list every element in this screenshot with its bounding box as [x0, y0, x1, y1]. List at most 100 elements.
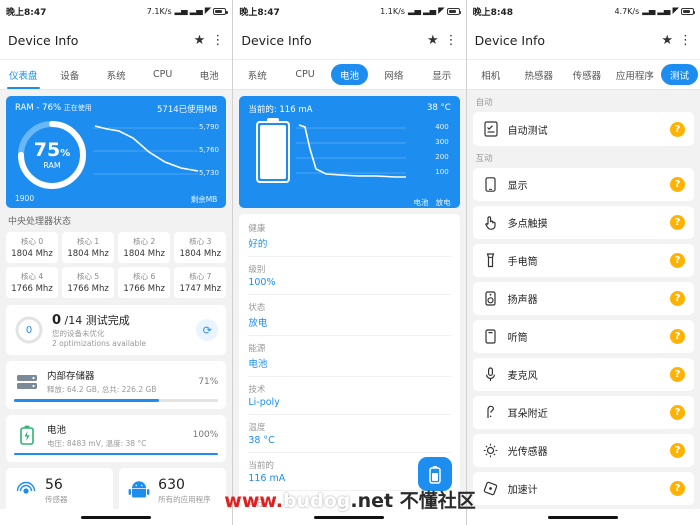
overflow-menu-icon[interactable]: ⋮	[445, 33, 458, 48]
ram-free-value: 1900	[15, 194, 35, 203]
tab-cpu[interactable]: CPU	[281, 60, 329, 89]
signal2-icon: ▂▄	[189, 5, 203, 16]
test-row-auto-test[interactable]: 自动测试 ?	[472, 112, 694, 146]
optimization-card[interactable]: 0 0 /14 测试完成 您的设备未优化 2 optimizations ava…	[6, 305, 227, 355]
tab-display[interactable]: 显示	[418, 60, 466, 89]
test-row-microphone[interactable]: 麦克风 ?	[472, 358, 694, 391]
optimization-ring: 0	[14, 315, 44, 345]
optimization-refresh-icon[interactable]: ⟳	[196, 319, 219, 341]
overflow-menu-icon[interactable]: ⋮	[679, 33, 692, 48]
tab-sensors[interactable]: 传感器	[563, 60, 611, 89]
help-badge-icon[interactable]: ?	[669, 481, 685, 496]
wifi-icon: ◤	[204, 5, 212, 16]
help-badge-icon[interactable]: ?	[669, 177, 685, 192]
cpu-core-3: 核心 3 1804 Mhz	[174, 232, 227, 263]
help-badge-icon[interactable]: ?	[669, 215, 685, 230]
tab-camera[interactable]: 相机	[467, 60, 515, 89]
tab-thermal[interactable]: 热感器	[515, 60, 563, 89]
detail-technology[interactable]: 技术 Li-poly	[248, 377, 451, 415]
tab-apps[interactable]: 应用程序	[611, 60, 659, 89]
status-icons: ▂▄ ▂▄ ◤	[407, 5, 462, 16]
status-bar: 晚上8:47 7.1K/s ▂▄ ▂▄ ◤	[0, 0, 233, 22]
core-name: 核心 0	[20, 237, 44, 246]
screen-dashboard: 晚上8:47 7.1K/s ▂▄ ▂▄ ◤ Device Info ★ ⋮ 仪表…	[0, 0, 234, 525]
core-freq: 1766 Mhz	[123, 284, 165, 294]
battery-progress	[14, 452, 219, 455]
battery-level-icon	[256, 121, 291, 183]
signal-icon: ▂▄	[174, 5, 188, 16]
screen-battery: 晚上8:47 1.1K/s ▂▄ ▂▄ ◤ Device Info ★ ⋮ 系统…	[233, 0, 467, 525]
test-label: 听筒	[507, 333, 528, 344]
help-badge-icon[interactable]: ?	[669, 253, 685, 268]
nav-bar[interactable]	[0, 509, 233, 525]
status-time: 晚上8:48	[472, 7, 514, 18]
test-row-multitouch[interactable]: 多点触摸 ?	[472, 206, 694, 239]
detail-key: 健康	[248, 224, 266, 234]
tab-dashboard[interactable]: 仪表盘	[0, 60, 46, 89]
apps-tile[interactable]: 630 所有的应用程序	[119, 468, 227, 514]
speaker-icon	[482, 291, 500, 306]
detail-health[interactable]: 健康 好的	[248, 216, 451, 257]
nav-bar[interactable]	[466, 509, 700, 525]
storage-icon	[14, 369, 40, 395]
app-title: Device Info	[241, 33, 312, 48]
test-row-proximity[interactable]: 耳朵附近 ?	[472, 396, 694, 429]
detail-temperature[interactable]: 温度 38 °C	[248, 415, 451, 453]
battery-card-row[interactable]: 电池 电压: 8483 mV, 温度: 38 °C 100%	[6, 414, 227, 462]
checklist-icon	[482, 121, 500, 137]
microphone-icon	[482, 367, 500, 382]
detail-level[interactable]: 级别 100%	[248, 257, 451, 295]
storage-sub: 释放: 64.2 GB, 总共: 226.2 GB	[47, 385, 157, 394]
test-row-accelerometer[interactable]: 加速计 ?	[472, 472, 694, 505]
test-row-flashlight[interactable]: 手电筒 ?	[472, 244, 694, 277]
sensors-tile[interactable]: 56 传感器	[6, 468, 114, 514]
optimization-sub1: 您的设备未优化	[52, 329, 105, 338]
tab-cpu[interactable]: CPU	[139, 60, 185, 89]
core-freq: 1804 Mhz	[11, 249, 53, 259]
detail-source[interactable]: 能源 电池	[248, 336, 451, 377]
favorite-star-icon[interactable]: ★	[194, 33, 206, 48]
tab-system[interactable]: 系统	[93, 60, 139, 89]
ram-card[interactable]: RAM - 76% 正在使用 5714已使用MB 75% RAM 5,790 5…	[6, 96, 227, 208]
battery-fab-icon	[428, 465, 441, 484]
tab-network[interactable]: 网络	[370, 60, 418, 89]
core-name: 核心 7	[189, 272, 212, 281]
ram-free-label: 剩余MB	[190, 195, 218, 204]
tab-device[interactable]: 设备	[46, 60, 92, 89]
favorite-star-icon[interactable]: ★	[661, 33, 673, 48]
signal2-icon: ▂▄	[423, 5, 437, 16]
storage-card[interactable]: 内部存储器 释放: 64.2 GB, 总共: 226.2 GB 71%	[6, 361, 227, 409]
favorite-star-icon[interactable]: ★	[427, 33, 439, 48]
detail-status[interactable]: 状态 放电	[248, 295, 451, 336]
test-row-earpiece[interactable]: 听筒 ?	[472, 320, 694, 353]
test-label: 麦克风	[507, 371, 538, 382]
optimization-count: 0	[52, 313, 62, 328]
test-row-light-sensor[interactable]: 光传感器 ?	[472, 434, 694, 467]
help-badge-icon[interactable]: ?	[669, 367, 685, 382]
battery-chart-state: 放电	[435, 198, 451, 207]
app-bar: Device Info ★ ⋮	[466, 22, 700, 60]
signal-icon: ▂▄	[407, 5, 422, 16]
summary-tiles: 56 传感器 630 所有的应用程序	[6, 468, 227, 514]
test-row-display[interactable]: 显示 ?	[472, 168, 694, 201]
test-label: 手电筒	[507, 257, 538, 268]
help-badge-icon[interactable]: ?	[669, 291, 685, 306]
display-icon	[482, 177, 500, 192]
help-badge-icon[interactable]: ?	[669, 329, 685, 344]
status-bar: 晚上8:48 4.7K/s ▂▄ ▂▄ ◤	[466, 0, 700, 22]
group-title-auto: 自动	[475, 98, 493, 108]
help-badge-icon[interactable]: ?	[669, 443, 685, 458]
help-badge-icon[interactable]: ?	[669, 405, 685, 420]
help-badge-icon[interactable]: ?	[669, 121, 685, 137]
tab-tests[interactable]: 测试	[660, 64, 698, 85]
dashboard-body: RAM - 76% 正在使用 5714已使用MB 75% RAM 5,790 5…	[0, 90, 232, 525]
test-label: 耳朵附近	[507, 409, 548, 420]
tab-system[interactable]: 系统	[233, 60, 281, 89]
overflow-menu-icon[interactable]: ⋮	[211, 33, 224, 48]
android-icon	[126, 478, 152, 504]
tab-battery[interactable]: 电池	[186, 60, 232, 89]
test-row-speaker[interactable]: 扬声器 ?	[472, 282, 694, 315]
app-title: Device Info	[8, 33, 79, 48]
tab-battery[interactable]: 电池	[330, 64, 368, 85]
cpu-core-2: 核心 2 1804 Mhz	[118, 232, 171, 263]
